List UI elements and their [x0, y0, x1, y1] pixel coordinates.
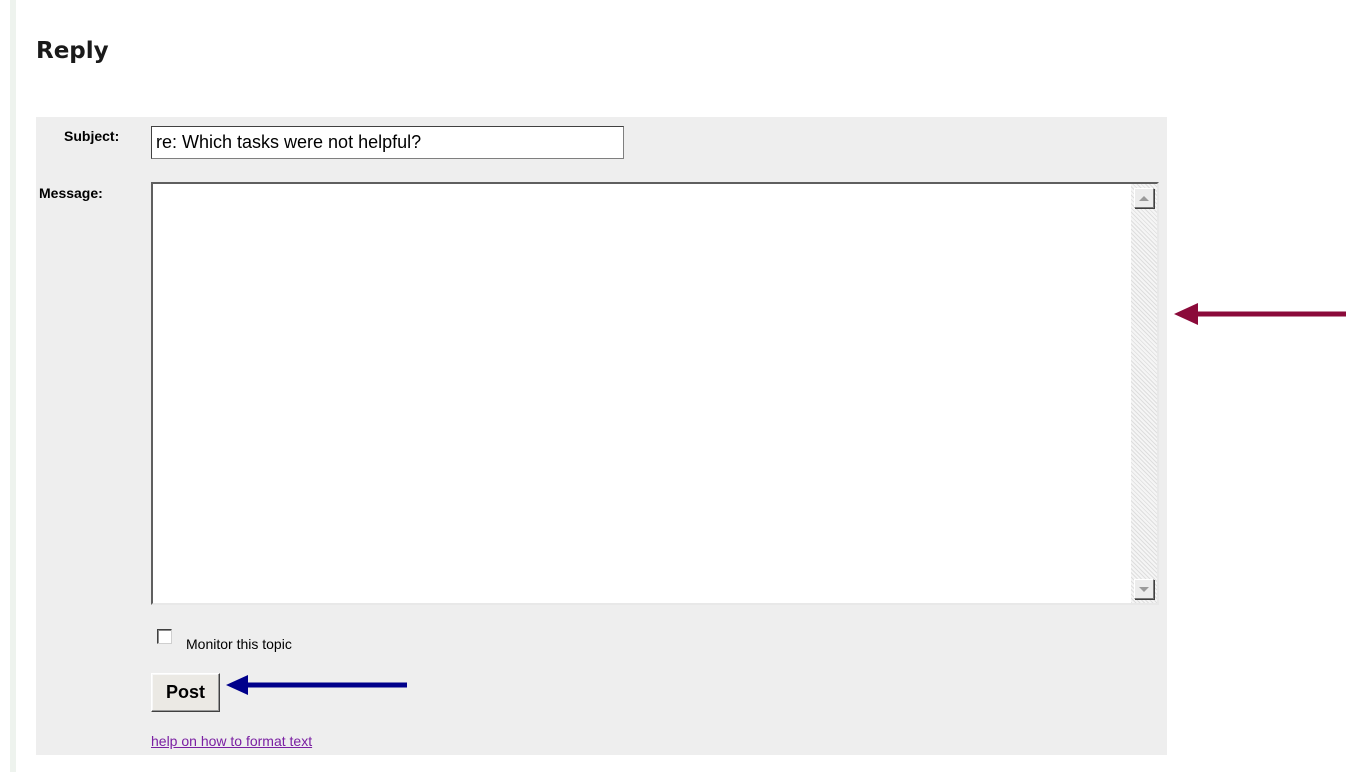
post-button[interactable]: Post	[151, 673, 220, 712]
message-box	[151, 182, 1159, 605]
format-help-link[interactable]: help on how to format text	[151, 733, 312, 749]
arrow-up-icon	[1139, 195, 1149, 201]
scrollbar-annotation-arrow-icon	[1174, 303, 1346, 325]
message-scrollbar[interactable]	[1131, 184, 1157, 603]
subject-label: Subject:	[64, 128, 120, 144]
left-border-strip	[10, 0, 16, 772]
subject-input[interactable]	[151, 126, 624, 159]
scroll-up-button[interactable]	[1134, 188, 1154, 208]
scroll-down-button[interactable]	[1134, 579, 1154, 599]
page-title: Reply	[36, 38, 109, 64]
message-textarea[interactable]	[153, 184, 1131, 603]
monitor-topic-checkbox[interactable]	[157, 629, 172, 644]
message-label: Message:	[39, 185, 103, 201]
monitor-topic-label: Monitor this topic	[186, 636, 292, 652]
arrow-down-icon	[1139, 586, 1149, 592]
post-annotation-arrow-icon	[226, 675, 407, 695]
